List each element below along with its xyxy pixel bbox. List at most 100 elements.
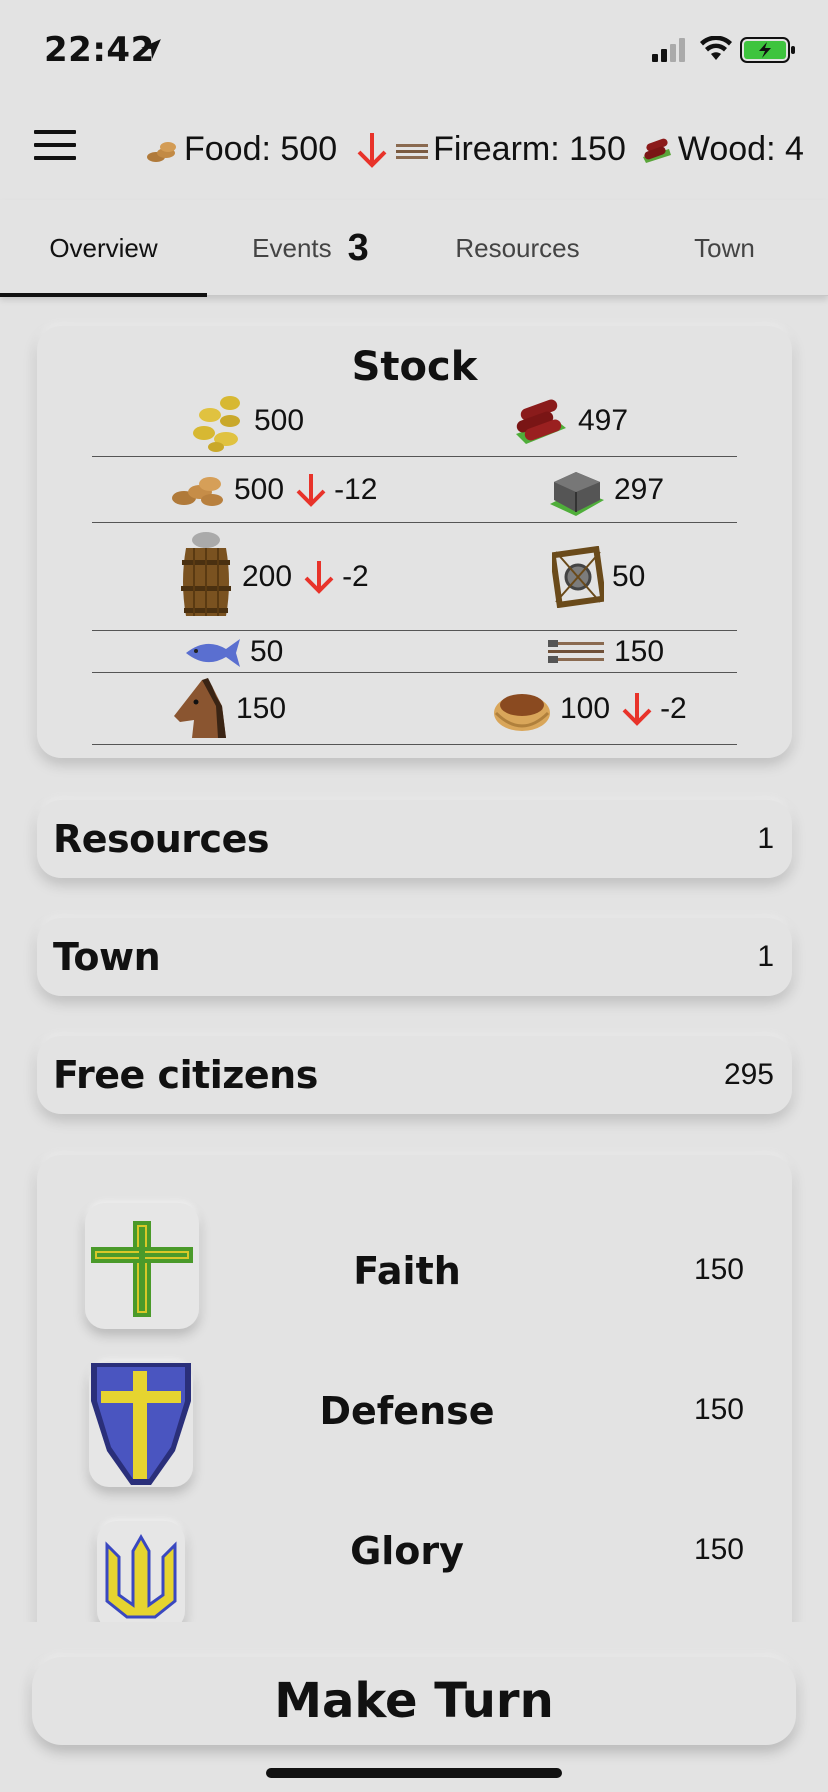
ticker-food-label: Food: 500 bbox=[184, 130, 338, 168]
stock-row: 500 497 bbox=[92, 386, 737, 457]
location-arrow-icon bbox=[141, 39, 161, 59]
stock-value: 500 bbox=[234, 472, 285, 506]
ticker-wood: Wood: 4 bbox=[640, 130, 804, 169]
defense-label: Defense bbox=[319, 1389, 495, 1433]
stock-cell-left: 200 -2 bbox=[178, 523, 369, 630]
stock-row: 150 100 -2 bbox=[92, 673, 737, 745]
wood-log-icon bbox=[642, 138, 671, 163]
free-citizens-row-label: Free citizens bbox=[53, 1053, 318, 1097]
glory-label: Glory bbox=[350, 1529, 464, 1573]
gold-coins-icon bbox=[193, 396, 240, 452]
stock-value: 297 bbox=[614, 472, 665, 506]
stock-cell-left: 500 bbox=[190, 386, 304, 456]
app-screen: 22:42 Food: 500 Firearm: 150 Wood: 4 Ove… bbox=[0, 0, 828, 1792]
stock-cell-right: 100 -2 bbox=[492, 673, 687, 744]
resource-ticker: Food: 500 Firearm: 150 Wood: 4 bbox=[146, 130, 804, 169]
tab-resources-label: Resources bbox=[455, 232, 580, 263]
defense-value: 150 bbox=[693, 1393, 744, 1426]
status-bar: 22:42 bbox=[0, 0, 828, 100]
cross-icon bbox=[91, 1221, 193, 1317]
firearm-icon bbox=[396, 143, 429, 159]
tab-events-label: Events bbox=[252, 232, 332, 263]
trident-icon bbox=[105, 1533, 177, 1619]
menu-line bbox=[34, 130, 76, 134]
stock-row: 200 -2 50 bbox=[92, 523, 737, 631]
stock-cell-right: 150 bbox=[546, 631, 664, 672]
faith-label: Faith bbox=[353, 1249, 461, 1293]
stock-delta: -2 bbox=[660, 691, 687, 725]
stock-value: 100 bbox=[560, 691, 611, 725]
tab-overview[interactable]: Overview bbox=[0, 200, 207, 296]
ticker-firearm-label: Firearm: 150 bbox=[433, 130, 626, 168]
glory-icon-box bbox=[97, 1521, 185, 1625]
menu-line bbox=[34, 143, 76, 147]
bread-basket-icon bbox=[494, 693, 550, 731]
stock-cell-right: 50 bbox=[552, 523, 645, 630]
glory-value: 150 bbox=[693, 1533, 744, 1566]
down-arrow-icon bbox=[622, 692, 652, 726]
down-arrow-icon bbox=[304, 560, 334, 594]
free-citizens-row-value: 295 bbox=[723, 1058, 774, 1091]
tab-resources[interactable]: Resources bbox=[414, 200, 621, 296]
header-bar: Food: 500 Firearm: 150 Wood: 4 bbox=[0, 100, 828, 200]
stock-cell-right: 297 bbox=[546, 457, 664, 522]
stock-cell-left: 50 bbox=[182, 631, 283, 672]
stock-delta: -2 bbox=[342, 559, 369, 593]
resources-row-value: 1 bbox=[757, 822, 774, 855]
stock-value: 150 bbox=[614, 634, 665, 668]
fish-icon bbox=[186, 638, 240, 667]
stock-cell-left: 150 bbox=[172, 673, 286, 744]
wifi-icon bbox=[700, 36, 732, 60]
defense-icon-box bbox=[89, 1361, 193, 1487]
down-arrow-icon bbox=[296, 473, 326, 507]
home-indicator[interactable] bbox=[266, 1768, 562, 1778]
free-citizens-row[interactable]: Free citizens 295 bbox=[37, 1036, 792, 1114]
powder-barrel-icon bbox=[181, 531, 231, 616]
stone-block-icon bbox=[550, 471, 604, 516]
battery-icon bbox=[740, 37, 795, 63]
tab-events[interactable]: Events 3 bbox=[207, 200, 414, 296]
stock-value: 497 bbox=[578, 404, 629, 437]
tab-overview-label: Overview bbox=[49, 232, 158, 263]
events-count-badge: 3 bbox=[347, 226, 369, 269]
active-tab-indicator bbox=[0, 293, 207, 297]
town-row[interactable]: Town 1 bbox=[37, 918, 792, 996]
ticker-firearm: Firearm: 150 bbox=[395, 130, 626, 169]
menu-button[interactable] bbox=[34, 130, 76, 166]
stock-row: 500 -12 297 bbox=[92, 457, 737, 523]
menu-line bbox=[34, 156, 76, 160]
wood-logs-icon bbox=[516, 399, 566, 444]
signal-icon bbox=[652, 38, 685, 62]
food-coins-icon bbox=[172, 476, 223, 506]
down-arrow-icon bbox=[357, 132, 387, 168]
stock-delta: -12 bbox=[334, 472, 378, 506]
coins-stack-icon bbox=[147, 141, 176, 162]
stats-card: Faith 150 Defense 150 Glory 150 bbox=[37, 1155, 792, 1625]
stock-card: Stock 500 497 500 -12 297 200 -2 50 50 1… bbox=[37, 326, 792, 758]
tab-town-label: Town bbox=[694, 232, 755, 263]
stock-value: 500 bbox=[254, 404, 305, 437]
make-turn-button[interactable]: Make Turn bbox=[32, 1657, 796, 1745]
resources-row-label: Resources bbox=[53, 817, 269, 861]
stock-value: 150 bbox=[236, 691, 287, 725]
tab-bar: Overview Events 3 Resources Town bbox=[0, 200, 828, 297]
tab-town[interactable]: Town bbox=[621, 200, 828, 296]
stock-title: Stock bbox=[351, 344, 478, 390]
bottom-bar: Make Turn bbox=[0, 1622, 828, 1792]
shield-icon bbox=[91, 1363, 191, 1485]
stock-value: 50 bbox=[250, 634, 284, 668]
stock-value: 50 bbox=[612, 559, 646, 593]
town-row-value: 1 bbox=[757, 940, 774, 973]
stock-cell-right: 497 bbox=[510, 386, 628, 456]
tool-frame-icon bbox=[552, 545, 604, 608]
town-row-label: Town bbox=[53, 935, 161, 979]
horse-icon bbox=[174, 677, 226, 738]
resources-row[interactable]: Resources 1 bbox=[37, 800, 792, 878]
stock-row: 50 150 bbox=[92, 631, 737, 673]
stock-cell-left: 500 -12 bbox=[170, 457, 377, 522]
faith-icon-box bbox=[85, 1203, 199, 1329]
firearms-icon bbox=[548, 639, 604, 663]
status-time: 22:42 bbox=[44, 30, 155, 70]
ticker-wood-label: Wood: 4 bbox=[677, 130, 804, 168]
faith-value: 150 bbox=[693, 1253, 744, 1286]
